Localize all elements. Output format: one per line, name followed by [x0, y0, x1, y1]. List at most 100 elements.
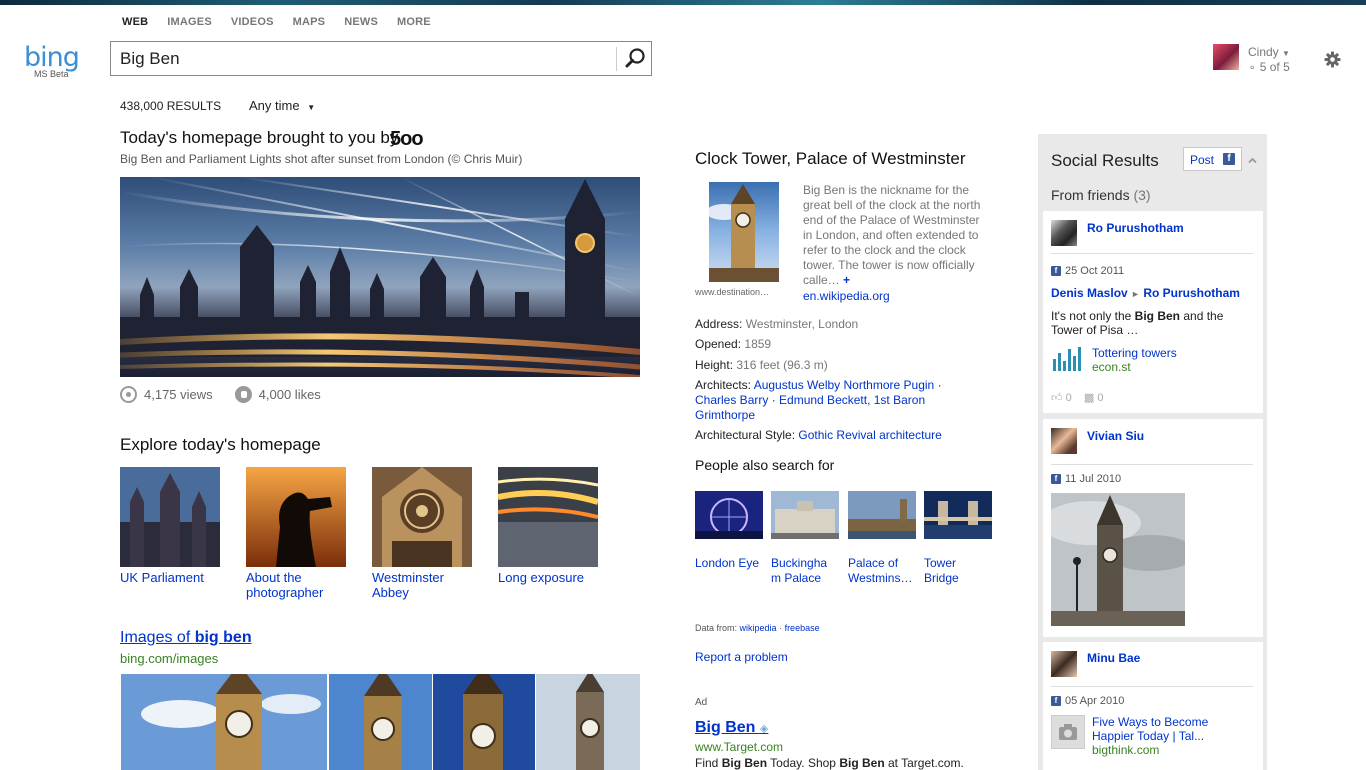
image-result-4[interactable] [536, 674, 640, 770]
entity-image-source[interactable]: www.destination… [695, 287, 769, 297]
nav-maps[interactable]: MAPS [293, 16, 326, 28]
fact-address-label: Address: [695, 317, 743, 331]
source-wikipedia-link[interactable]: wikipedia [740, 623, 777, 633]
nav-web[interactable]: WEB [122, 16, 148, 28]
views-count: 4,175 views [144, 387, 213, 402]
social-card-1: Ro Purushotham f 25 Oct 2011 Denis Maslo… [1043, 211, 1263, 413]
thumbs-up-icon[interactable] [234, 386, 252, 403]
search-button[interactable] [619, 42, 652, 75]
link-thumbnail[interactable] [1051, 715, 1085, 749]
friend-name[interactable]: Ro Purushotham [1087, 221, 1184, 235]
post-from-link[interactable]: Denis Maslov [1051, 286, 1128, 300]
sponsor-logo[interactable]: 5oo [390, 128, 424, 151]
related-palace-of-westminster[interactable]: Palace of Westmins… [848, 556, 912, 586]
card-divider [1051, 464, 1253, 465]
social-card-3: Minu Bae f 05 Apr 2010 Five Ways to Beco… [1043, 642, 1263, 770]
style-link[interactable]: Gothic Revival architecture [798, 428, 941, 442]
fact-opened: Opened: 1859 [695, 337, 965, 352]
images-result-url: bing.com/images [120, 651, 219, 666]
nav-news[interactable]: NEWS [344, 16, 378, 28]
facebook-icon: f [1051, 696, 1061, 706]
source-freebase-link[interactable]: freebase [785, 623, 820, 633]
homepage-heading: Today's homepage brought to you by [120, 128, 399, 147]
nav-videos[interactable]: VIDEOS [231, 16, 274, 28]
ad-label: Ad [695, 697, 708, 708]
fact-height: Height: 316 feet (96.3 m) [695, 358, 965, 373]
post-author: Denis Maslov ► Ro Purushotham [1051, 286, 1240, 300]
related-buckingham-image[interactable] [771, 491, 839, 539]
entity-wiki-link[interactable]: en.wikipedia.org [803, 289, 890, 303]
image-result-3[interactable] [433, 674, 535, 770]
shared-photo[interactable] [1041, 493, 1196, 626]
report-problem-link[interactable]: Report a problem [695, 650, 788, 664]
nav-images[interactable]: IMAGES [167, 16, 212, 28]
images-title-term: big ben [194, 629, 252, 646]
friend-name[interactable]: Vivian Siu [1087, 429, 1144, 443]
post-button[interactable]: Post f [1183, 147, 1242, 171]
link-thumbnail[interactable] [1051, 345, 1085, 373]
user-rewards[interactable]: ⚬ 5 of 5 [1248, 60, 1290, 74]
people-also-search-heading: People also search for [695, 457, 835, 473]
ad-url: www.Target.com [695, 740, 784, 754]
medal-icon: ⚬ [1248, 63, 1257, 74]
collapse-panel-button[interactable] [1248, 152, 1257, 164]
facebook-icon: f [1223, 153, 1235, 165]
related-tower-bridge-image[interactable] [924, 491, 992, 539]
westminster-abbey-thumbnail [372, 467, 472, 567]
avatar[interactable] [1051, 220, 1077, 246]
architect-link-1[interactable]: Augustus Welby Northmore Pugin [754, 378, 935, 392]
logo-wordmark: bing [24, 42, 80, 73]
shared-link-title[interactable]: Five Ways to Become Happier Today | Tal.… [1092, 715, 1252, 743]
explore-label-westminster-abbey[interactable]: Westminster Abbey [372, 570, 462, 600]
architect-link-2[interactable]: Charles Barry [695, 393, 768, 407]
related-tower-bridge[interactable]: Tower Bridge [924, 556, 974, 586]
entity-description: Big Ben is the nickname for the great be… [803, 183, 988, 288]
data-sources: Data from: wikipedia · freebase [695, 623, 820, 633]
entity-image[interactable] [709, 182, 779, 282]
big-ben-photo-4 [536, 674, 640, 770]
avatar[interactable] [1051, 428, 1077, 454]
image-result-2[interactable] [329, 674, 432, 770]
card-divider [1051, 686, 1253, 687]
explore-label-long-exposure[interactable]: Long exposure [498, 570, 608, 585]
user-menu[interactable]: Cindy ▼ [1248, 45, 1290, 59]
explore-label-photographer[interactable]: About the photographer [246, 570, 346, 600]
related-buckingham-palace[interactable]: Buckingham Palace [771, 556, 833, 586]
related-london-eye-image[interactable] [695, 491, 763, 539]
like-icon[interactable]: 👍︎ [1051, 392, 1063, 404]
time-filter-dropdown[interactable]: Any time ▼ [249, 98, 315, 113]
explore-tile-uk-parliament[interactable] [120, 467, 220, 567]
ad-desc-part: Today. Shop [767, 756, 840, 770]
related-westminster-image[interactable] [848, 491, 916, 539]
comment-icon[interactable]: ▩ [1084, 392, 1094, 404]
images-result-title[interactable]: Images of big ben [120, 629, 252, 647]
user-avatar[interactable] [1213, 44, 1239, 70]
homepage-hero-image[interactable] [120, 177, 640, 377]
nav-more[interactable]: MORE [397, 16, 431, 28]
avatar[interactable] [1051, 651, 1077, 677]
explore-tile-long-exposure[interactable] [498, 467, 598, 567]
post-date: f 05 Apr 2010 [1051, 695, 1124, 707]
photographer-thumbnail [246, 467, 346, 567]
settings-button[interactable] [1324, 51, 1341, 68]
image-result-1[interactable] [121, 674, 327, 770]
shared-link-domain: bigthink.com [1092, 743, 1160, 757]
explore-tile-photographer[interactable] [246, 467, 346, 567]
search-input[interactable] [120, 48, 610, 70]
entity-description-text: Big Ben is the nickname for the great be… [803, 183, 981, 287]
related-london-eye[interactable]: London Eye [695, 556, 765, 571]
explore-tile-westminster-abbey[interactable] [372, 467, 472, 567]
friend-name[interactable]: Minu Bae [1087, 651, 1140, 665]
expand-description-button[interactable]: + [843, 273, 850, 287]
ad-title-link[interactable]: Big Ben ◈ [695, 719, 768, 737]
data-from-label: Data from: [695, 623, 738, 633]
post-to-link[interactable]: Ro Purushotham [1143, 286, 1240, 300]
likes-count: 4,000 likes [258, 387, 321, 402]
explore-label-uk-parliament[interactable]: UK Parliament [120, 570, 230, 585]
post-text-part: It's not only the [1051, 309, 1135, 323]
avatar [1213, 44, 1239, 70]
post-text: It's not only the Big Ben and the Tower … [1051, 309, 1251, 337]
bing-logo[interactable]: bing MS Beta [24, 44, 100, 84]
shared-link-title[interactable]: Tottering towers [1092, 346, 1177, 360]
fact-architects: Architects: Augustus Welby Northmore Pug… [695, 378, 942, 422]
